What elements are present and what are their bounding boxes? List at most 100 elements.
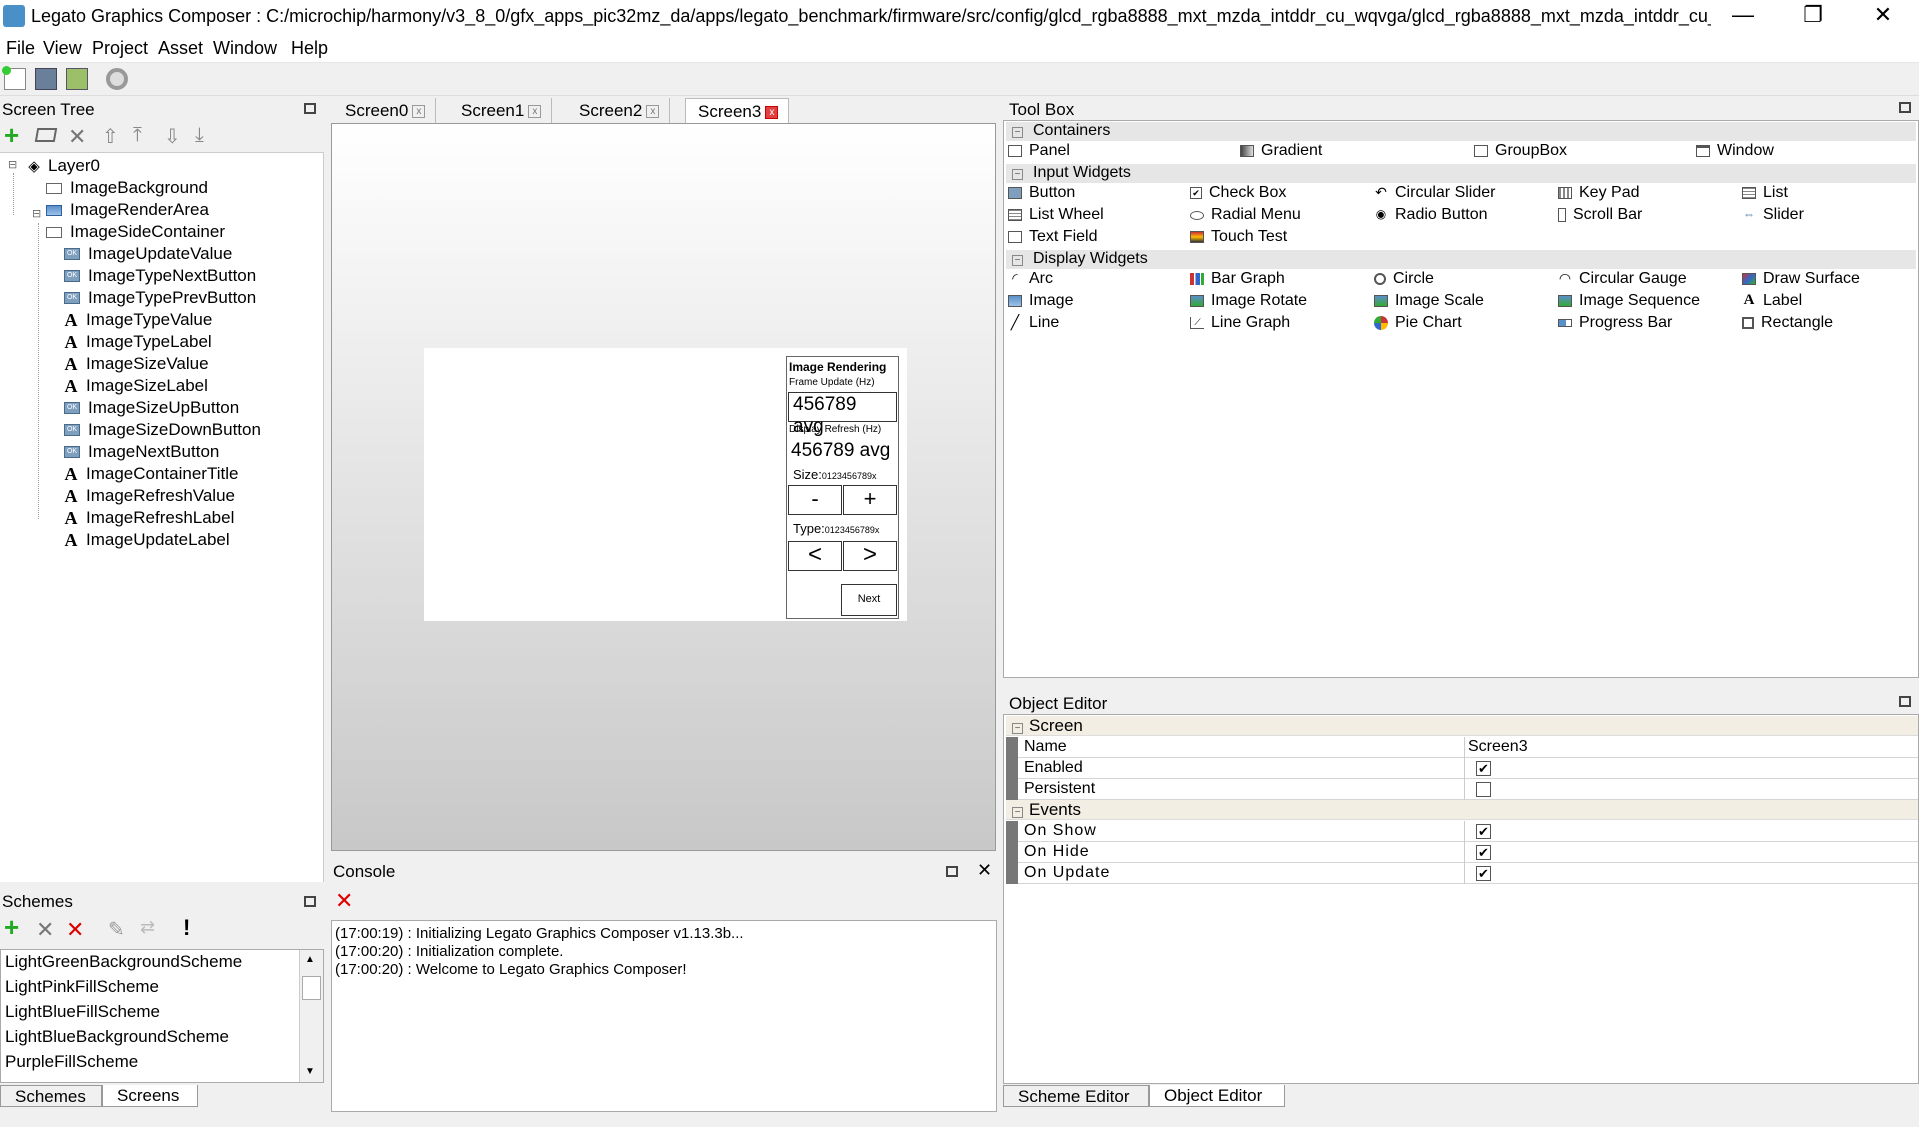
add-icon[interactable]: + (4, 122, 19, 148)
console-output[interactable]: (17:00:19) : Initializing Legato Graphic… (331, 920, 997, 1112)
on-update-checkbox[interactable]: ✔ (1476, 866, 1491, 881)
category-containers[interactable]: − Containers (1006, 122, 1916, 141)
tool-groupbox[interactable]: GroupBox (1474, 142, 1567, 160)
scheme-scrollbar[interactable]: ▲ ▼ (299, 950, 323, 1082)
collapse-icon[interactable]: − (1012, 723, 1023, 734)
group-screen[interactable]: − Screen (1006, 716, 1918, 736)
size-up-button[interactable]: + (843, 485, 897, 515)
restore-button[interactable]: ❐ (1788, 0, 1838, 33)
size-down-button[interactable]: - (788, 485, 842, 515)
property-row-enabled[interactable]: Enabled ✔ (1006, 758, 1918, 779)
tool-list[interactable]: List (1742, 184, 1788, 202)
collapse-container-icon[interactable]: ⊟ (32, 207, 41, 220)
property-row-on-update[interactable]: On Update ✔ (1006, 863, 1918, 884)
tab-screen1[interactable]: Screen1 x (449, 98, 553, 124)
tool-check-box[interactable]: ✔ Check Box (1190, 184, 1286, 202)
category-input-widgets[interactable]: − Input Widgets (1006, 164, 1916, 183)
screen-preview[interactable]: Image Rendering Frame Update (Hz) 456789… (424, 348, 907, 621)
new-project-icon[interactable] (2, 66, 26, 90)
tool-circular-slider[interactable]: ↶ Circular Slider (1374, 184, 1495, 202)
type-prev-button[interactable]: < (788, 541, 842, 571)
tree-node-imageupdatelabel[interactable]: A ImageUpdateLabel (64, 527, 230, 553)
list-item[interactable]: PurpleFillScheme (5, 1052, 138, 1072)
float-panel-icon[interactable] (1899, 102, 1911, 113)
tool-key-pad[interactable]: Key Pad (1558, 184, 1639, 202)
property-row-on-show[interactable]: On Show ✔ (1006, 821, 1918, 842)
move-down-icon[interactable]: ⇩ (164, 124, 181, 149)
settings-gear-icon[interactable] (106, 68, 128, 90)
rename-scheme-icon[interactable]: ⇄ (140, 917, 155, 938)
tool-line-graph[interactable]: ⟋ Line Graph (1190, 314, 1290, 332)
tool-slider[interactable]: ⇔ Slider (1742, 206, 1804, 224)
tool-scroll-bar[interactable]: Scroll Bar (1558, 206, 1642, 224)
collapse-icon[interactable]: − (1012, 807, 1023, 818)
float-panel-icon[interactable] (946, 866, 958, 877)
scroll-up-icon[interactable]: ▲ (305, 954, 315, 965)
frame-update-value[interactable]: 456789 avg (788, 392, 897, 437)
list-item[interactable]: LightBlueBackgroundScheme (5, 1027, 229, 1047)
close-tab-icon[interactable]: x (528, 105, 542, 119)
menu-asset[interactable]: Asset (158, 38, 203, 59)
menu-file[interactable]: File (6, 38, 35, 59)
tab-scheme-editor[interactable]: Scheme Editor (1003, 1085, 1149, 1107)
close-window-button[interactable]: ✕ (1858, 0, 1908, 33)
float-panel-icon[interactable] (1899, 696, 1911, 707)
add-layer-icon[interactable] (34, 128, 58, 142)
tool-button[interactable]: Button (1008, 184, 1075, 202)
tab-object-editor[interactable]: Object Editor (1149, 1085, 1285, 1107)
scroll-down-icon[interactable]: ▼ (305, 1066, 315, 1077)
tool-progress-bar[interactable]: Progress Bar (1558, 314, 1672, 332)
name-value[interactable]: Screen3 (1468, 738, 1528, 756)
scheme-warning-icon[interactable]: ! (183, 915, 190, 941)
tab-screen2[interactable]: Screen2 x (567, 98, 671, 124)
tool-text-field[interactable]: Text Field (1008, 228, 1097, 246)
scroll-thumb[interactable] (302, 976, 321, 1000)
close-tab-icon[interactable]: x (646, 105, 660, 119)
tool-window[interactable]: Window (1696, 142, 1774, 160)
scheme-list[interactable]: LightGreenBackgroundScheme LightPinkFill… (0, 949, 324, 1083)
list-item[interactable]: LightBlueFillScheme (5, 1002, 160, 1022)
on-show-checkbox[interactable]: ✔ (1476, 824, 1491, 839)
tool-draw-surface[interactable]: Draw Surface (1742, 270, 1860, 288)
move-bottom-icon[interactable]: ⤓ (195, 124, 204, 147)
collapse-icon[interactable]: − (1012, 255, 1023, 266)
tool-rectangle[interactable]: Rectangle (1742, 314, 1833, 332)
screen-tree-view[interactable]: ⊟ ⊟ ◈ Layer0 ImageBackground ImageRender… (0, 152, 324, 882)
tool-image[interactable]: Image (1008, 292, 1073, 310)
tab-screens[interactable]: Screens (102, 1085, 198, 1107)
tool-image-rotate[interactable]: Image Rotate (1190, 292, 1307, 310)
collapse-icon[interactable]: − (1012, 169, 1023, 180)
collapse-layer-icon[interactable]: ⊟ (8, 158, 17, 171)
tool-circle[interactable]: Circle (1374, 270, 1434, 288)
float-panel-icon[interactable] (304, 896, 316, 907)
float-panel-icon[interactable] (304, 103, 316, 114)
tool-gradient[interactable]: Gradient (1240, 142, 1322, 160)
tab-schemes[interactable]: Schemes (0, 1085, 102, 1107)
image-next-button[interactable]: Next (841, 584, 897, 616)
tool-list-wheel[interactable]: List Wheel (1008, 206, 1104, 224)
menu-view[interactable]: View (43, 38, 82, 59)
open-project-icon[interactable] (35, 68, 57, 90)
type-next-button[interactable]: > (843, 541, 897, 571)
property-row-name[interactable]: Name Screen3 (1006, 737, 1918, 758)
menu-window[interactable]: Window (213, 38, 277, 59)
remove-scheme-icon[interactable]: ✕ (36, 917, 54, 943)
category-display-widgets[interactable]: − Display Widgets (1006, 250, 1916, 269)
image-side-container[interactable]: Image Rendering Frame Update (Hz) 456789… (786, 356, 899, 619)
menu-help[interactable]: Help (291, 38, 328, 59)
tool-image-sequence[interactable]: Image Sequence (1558, 292, 1700, 310)
tool-image-scale[interactable]: Image Scale (1374, 292, 1484, 310)
design-canvas[interactable]: Image Rendering Frame Update (Hz) 456789… (331, 123, 996, 851)
property-row-on-hide[interactable]: On Hide ✔ (1006, 842, 1918, 863)
minimize-button[interactable]: — (1718, 0, 1768, 33)
tool-pie-chart[interactable]: Pie Chart (1374, 314, 1462, 332)
close-tab-icon[interactable]: x (765, 106, 779, 120)
tab-screen3[interactable]: Screen3 x (685, 98, 790, 124)
tool-circular-gauge[interactable]: ◠ Circular Gauge (1558, 270, 1687, 288)
delete-scheme-icon[interactable]: ✕ (66, 917, 84, 943)
tool-touch-test[interactable]: Touch Test (1190, 228, 1287, 246)
collapse-icon[interactable]: − (1012, 127, 1023, 138)
tool-radio-button[interactable]: ◉ Radio Button (1374, 206, 1488, 224)
list-item[interactable]: LightPinkFillScheme (5, 977, 159, 997)
move-up-icon[interactable]: ⇧ (102, 124, 119, 149)
